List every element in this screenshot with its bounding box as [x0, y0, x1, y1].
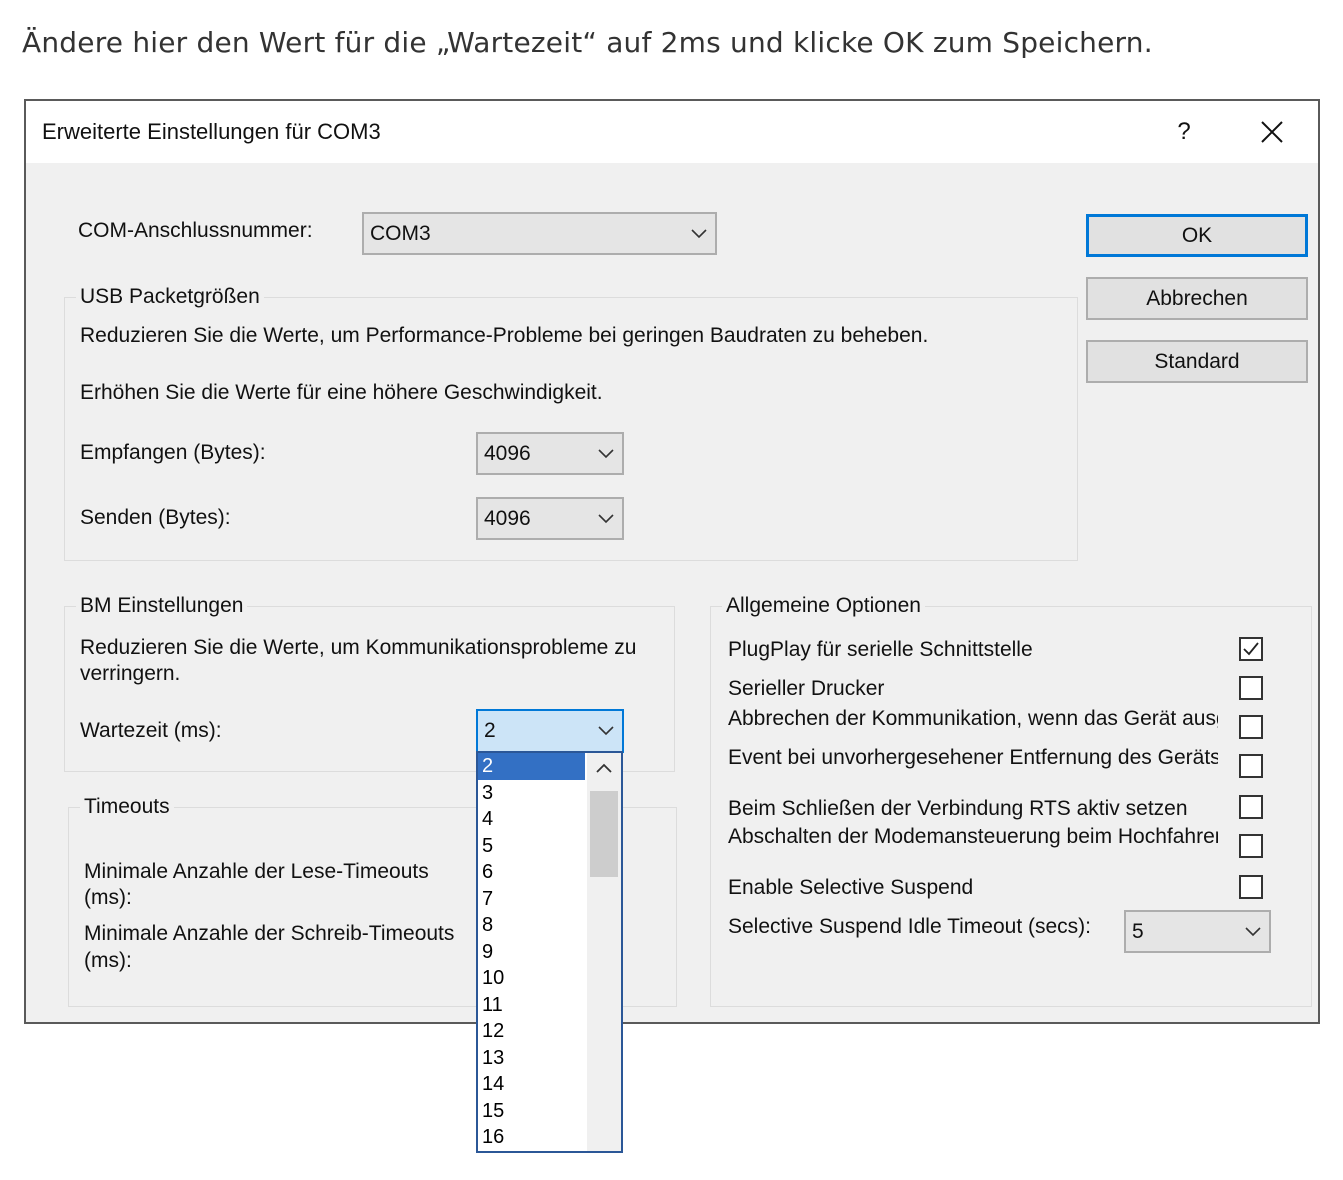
com-port-label: COM-Anschlussnummer: — [78, 219, 313, 242]
dropdown-option[interactable]: 11 — [478, 992, 585, 1019]
read-timeout-label-line-1: Minimale Anzahle der Lese-Timeouts — [84, 860, 429, 883]
option-cancel-comm-clip: Abbrechen der Kommunikation, wenn das Ge… — [728, 707, 1218, 739]
idle-timeout-select[interactable]: 5 — [1124, 910, 1271, 953]
help-button[interactable]: ? — [1164, 115, 1204, 149]
timeouts-group-title: Timeouts — [80, 795, 174, 819]
option-disable-modem-label: Abschalten der Modemansteuerung beim Hoc… — [728, 825, 1218, 848]
latency-timer-select[interactable]: 2 — [476, 709, 624, 753]
bm-description-line-2: verringern. — [80, 662, 181, 685]
option-selective-suspend-label: Enable Selective Suspend — [728, 876, 974, 899]
send-bytes-select[interactable]: 4096 — [476, 497, 624, 540]
option-surprise-removal-clip: Event bei unvorhergesehener Entfernung d… — [728, 746, 1218, 778]
send-bytes-label: Senden (Bytes): — [80, 506, 231, 529]
write-timeout-label-line-2: (ms): — [84, 949, 132, 972]
dropdown-option[interactable]: 16 — [478, 1124, 585, 1151]
latency-timer-value: 2 — [484, 719, 496, 742]
com-port-value: COM3 — [370, 221, 431, 245]
chevron-down-icon — [598, 448, 614, 458]
idle-timeout-value: 5 — [1132, 919, 1144, 943]
option-surprise-removal-checkbox[interactable] — [1239, 754, 1263, 778]
receive-bytes-value: 4096 — [484, 441, 531, 465]
dropdown-option[interactable]: 13 — [478, 1045, 585, 1072]
option-rts-on-close-label: Beim Schließen der Verbindung RTS aktiv … — [728, 797, 1188, 820]
dropdown-option[interactable]: 2 — [478, 753, 585, 780]
defaults-button[interactable]: Standard — [1086, 340, 1308, 383]
dropdown-option[interactable]: 4 — [478, 806, 585, 833]
chevron-up-icon[interactable] — [587, 753, 621, 783]
option-plugplay-checkbox[interactable] — [1239, 637, 1263, 661]
dropdown-option[interactable]: 8 — [478, 912, 585, 939]
bm-description-line-1: Reduzieren Sie die Werte, um Kommunikati… — [80, 636, 637, 659]
send-bytes-value: 4096 — [484, 506, 531, 530]
ok-button[interactable]: OK — [1086, 214, 1308, 257]
option-serial-printer-label: Serieller Drucker — [728, 677, 885, 700]
dropdown-option[interactable]: 15 — [478, 1098, 585, 1125]
option-rts-on-close-checkbox[interactable] — [1239, 795, 1263, 819]
dropdown-option[interactable]: 5 — [478, 833, 585, 860]
option-surprise-removal-label: Event bei unvorhergesehener Entfernung d… — [728, 746, 1218, 769]
com-port-select[interactable]: COM3 — [362, 212, 717, 255]
general-group-title: Allgemeine Optionen — [722, 594, 925, 618]
option-selective-suspend-checkbox[interactable] — [1239, 875, 1263, 899]
dropdown-option[interactable]: 3 — [478, 780, 585, 807]
chevron-down-icon — [1245, 926, 1261, 936]
bm-group-title: BM Einstellungen — [76, 594, 248, 618]
dropdown-scrollbar[interactable] — [587, 753, 621, 1151]
latency-timer-dropdown-list[interactable]: 2 3 4 5 6 7 8 9 10 11 12 13 14 15 16 — [476, 751, 623, 1153]
dropdown-option[interactable]: 7 — [478, 886, 585, 913]
receive-bytes-label: Empfangen (Bytes): — [80, 441, 266, 464]
dropdown-option[interactable]: 6 — [478, 859, 585, 886]
option-plugplay-label: PlugPlay für serielle Schnittstelle — [728, 638, 1033, 661]
write-timeout-label-line-1: Minimale Anzahle der Schreib-Timeouts — [84, 922, 455, 945]
chevron-down-icon — [598, 513, 614, 523]
usb-description-2: Erhöhen Sie die Werte für eine höhere Ge… — [80, 381, 603, 404]
dropdown-option[interactable]: 9 — [478, 939, 585, 966]
close-icon[interactable] — [1252, 115, 1292, 149]
option-disable-modem-checkbox[interactable] — [1239, 834, 1263, 858]
latency-timer-label: Wartezeit (ms): — [80, 719, 222, 742]
dialog-title: Erweiterte Einstellungen für COM3 — [42, 119, 381, 144]
receive-bytes-select[interactable]: 4096 — [476, 432, 624, 475]
dropdown-option[interactable]: 12 — [478, 1018, 585, 1045]
option-disable-modem-clip: Abschalten der Modemansteuerung beim Hoc… — [728, 825, 1218, 857]
chevron-down-icon — [598, 726, 614, 736]
dialog-titlebar: Erweiterte Einstellungen für COM3 ? — [26, 101, 1318, 163]
scrollbar-thumb[interactable] — [590, 791, 618, 877]
chevron-down-icon — [691, 228, 707, 238]
cancel-button[interactable]: Abbrechen — [1086, 277, 1308, 320]
advanced-settings-dialog: Erweiterte Einstellungen für COM3 ? COM-… — [24, 99, 1320, 1024]
idle-timeout-label: Selective Suspend Idle Timeout (secs): — [728, 915, 1092, 938]
usb-description-1: Reduzieren Sie die Werte, um Performance… — [80, 324, 929, 347]
dropdown-option[interactable]: 14 — [478, 1071, 585, 1098]
read-timeout-label-line-2: (ms): — [84, 886, 132, 909]
option-serial-printer-checkbox[interactable] — [1239, 676, 1263, 700]
option-cancel-comm-checkbox[interactable] — [1239, 715, 1263, 739]
usb-group-title: USB Packetgrößen — [76, 285, 264, 309]
checkmark-icon — [1243, 642, 1259, 656]
instruction-text: Ändere hier den Wert für die „Wartezeit“… — [22, 26, 1153, 59]
dropdown-option[interactable]: 10 — [478, 965, 585, 992]
option-cancel-comm-label: Abbrechen der Kommunikation, wenn das Ge… — [728, 707, 1218, 730]
